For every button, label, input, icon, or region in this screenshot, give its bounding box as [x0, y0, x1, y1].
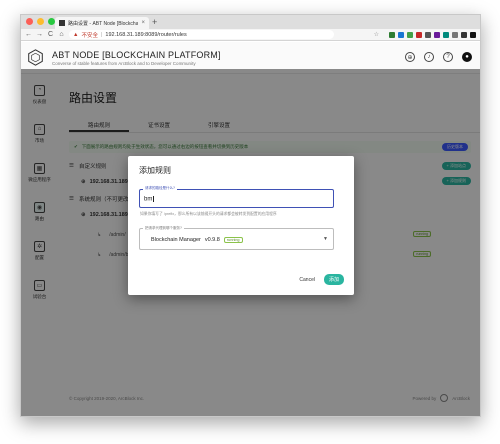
address-bar: ← → C ⌂ ▲ 不安全 | 192.168.31.189:8089/rout… [21, 29, 480, 41]
tab-title: 路由设置 - ABT Node [Blockchain Pla… [68, 20, 139, 27]
reload-button[interactable]: C [47, 30, 54, 40]
service-version: v0.9.8 [204, 237, 220, 243]
service-select-value: Blockchain Manager v0.9.8 running [151, 237, 243, 243]
service-select[interactable]: 把请求代理到哪个服务? Blockchain Manager v0.9.8 ru… [139, 226, 334, 250]
warning-icon: ▲ [73, 31, 79, 38]
extension-icon[interactable] [398, 31, 404, 38]
back-button[interactable]: ← [25, 30, 32, 40]
abt-logo-icon[interactable] [27, 49, 44, 66]
extensions-bar [389, 31, 476, 38]
forward-button[interactable]: → [36, 30, 43, 40]
path-input[interactable]: bm [144, 197, 152, 203]
dropdown-arrow-icon[interactable]: ▼ [323, 236, 328, 242]
dialog-actions: Cancel 添加 [299, 274, 344, 285]
extension-icon[interactable] [389, 31, 395, 38]
url-separator: | [100, 31, 103, 38]
dialog-title: 添加规则 [139, 166, 171, 175]
extension-icon[interactable] [443, 31, 449, 38]
new-tab-button[interactable]: + [152, 16, 157, 28]
favicon-icon [59, 20, 65, 26]
extension-icon[interactable] [407, 31, 413, 38]
cancel-button[interactable]: Cancel [299, 277, 315, 283]
extension-icon[interactable] [470, 31, 476, 38]
bell-icon[interactable]: ♪ [424, 52, 434, 62]
service-name: Blockchain Manager [151, 237, 201, 243]
maximize-window-button[interactable] [48, 18, 55, 25]
bookmark-star-icon[interactable]: ☆ [374, 31, 379, 38]
text-cursor [153, 196, 154, 202]
extension-icon[interactable] [434, 31, 440, 38]
path-field-value: bm [144, 196, 154, 203]
security-label: 不安全 [81, 32, 98, 39]
path-field-label: 请求的路径是什么? [143, 186, 177, 191]
window-controls [26, 18, 55, 25]
url-field[interactable]: ▲ 不安全 | 192.168.31.189:8089/router/rules [69, 30, 334, 39]
help-icon[interactable]: ? [443, 52, 453, 62]
service-select-label: 把请求代理到哪个服务? [143, 226, 184, 231]
browser-tab[interactable]: 路由设置 - ABT Node [Blockchain Pla… × [55, 17, 149, 29]
add-rule-dialog: 添加规则 请求的路径是什么? bm 如果你填写了 /prefix，那么所有以该前… [128, 156, 354, 295]
extension-icon[interactable] [416, 31, 422, 38]
app-title: ABT NODE [BLOCKCHAIN PLATFORM] [52, 49, 221, 60]
extension-icon[interactable] [461, 31, 467, 38]
home-button[interactable]: ⌂ [58, 30, 65, 40]
close-window-button[interactable] [26, 18, 33, 25]
brand: ABT NODE [BLOCKCHAIN PLATFORM] Converse … [52, 50, 221, 66]
minimize-window-button[interactable] [37, 18, 44, 25]
status-badge: running [223, 237, 243, 243]
extension-icon[interactable] [425, 31, 431, 38]
add-button[interactable]: 添加 [323, 274, 344, 285]
app-subtitle: Converse of stable features from ArcBloc… [52, 60, 196, 66]
path-field[interactable]: 请求的路径是什么? bm [139, 186, 334, 208]
header-icons: ⊕ ♪ ? ● [405, 52, 472, 62]
tab-close-icon[interactable]: × [141, 20, 145, 26]
url-text: 192.168.31.189:8089/router/rules [105, 31, 187, 38]
extension-icon[interactable] [452, 31, 458, 38]
path-helper-text: 如果你填写了 /prefix，那么所有以该前缀开头的请求都会被转发到配置的应用程… [140, 212, 277, 216]
browser-tabbar: 路由设置 - ABT Node [Blockchain Pla… × + [21, 15, 480, 29]
user-icon[interactable]: ● [462, 52, 472, 62]
globe-icon[interactable]: ⊕ [405, 52, 415, 62]
